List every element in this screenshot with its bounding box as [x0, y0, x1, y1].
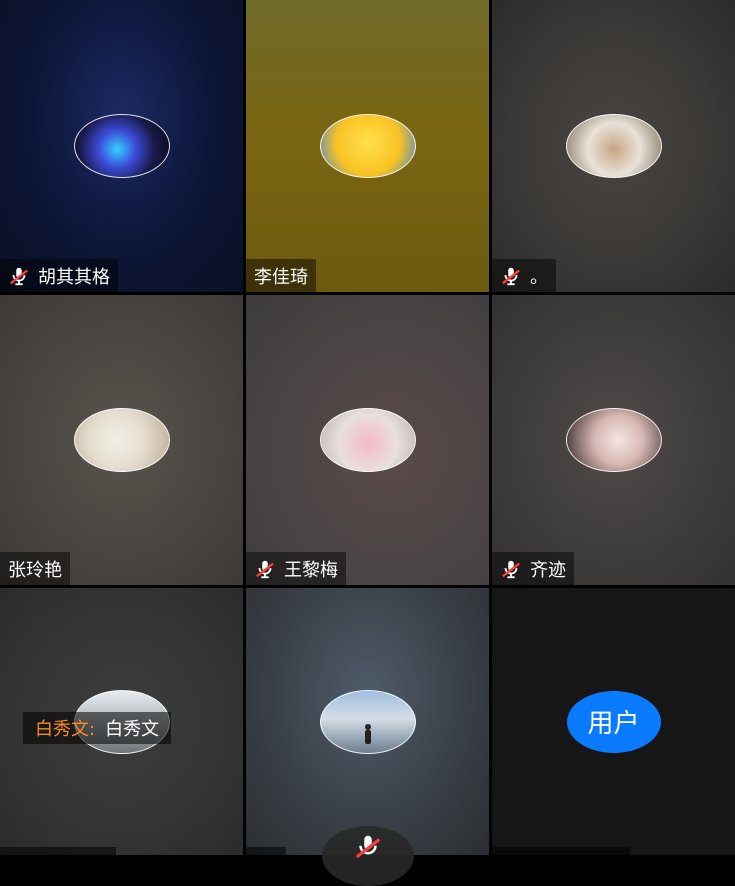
mic-muted-icon [10, 267, 28, 285]
subtitle-speaker: 白秀文: [35, 719, 96, 740]
participant-avatar [319, 114, 416, 178]
placeholder-avatar-label: 用户 [587, 709, 640, 739]
participant-name-tag: 张玲艳 [0, 552, 70, 585]
participant-name: 胡其其格 [38, 266, 110, 288]
participant-name-tag: 齐迹 [492, 552, 574, 585]
participant-name-tag [0, 847, 116, 855]
participant-avatar [319, 408, 416, 472]
mute-toggle-button[interactable] [322, 826, 414, 886]
participant-avatar [73, 408, 170, 472]
participant-avatar [565, 408, 662, 472]
participant-name-tag: 王黎梅 [246, 552, 346, 585]
participant-name-tag: 。 [492, 259, 556, 292]
participant-tile[interactable]: 李佳琦 [246, 0, 489, 292]
mic-muted-icon [502, 267, 520, 285]
participant-tile[interactable]: 齐迹 [492, 295, 735, 585]
participant-tile[interactable] [246, 588, 489, 855]
participant-name-tag [246, 847, 286, 855]
participant-name-tag: 李佳琦 [246, 259, 316, 292]
mic-muted-icon [256, 560, 274, 578]
participant-tile[interactable]: 胡其其格 [0, 0, 243, 292]
participant-avatar [565, 114, 662, 178]
participant-name: 张玲艳 [8, 559, 62, 581]
participant-tile[interactable]: 张玲艳 [0, 295, 243, 585]
participant-name: 王黎梅 [284, 559, 338, 581]
participant-name: 齐迹 [530, 559, 566, 581]
person-silhouette-icon [364, 723, 371, 744]
live-subtitle: 白秀文: 白秀文 [23, 712, 172, 744]
participant-tile[interactable]: 王黎梅 [246, 295, 489, 585]
participant-name: 李佳琦 [254, 266, 308, 288]
participant-name-tag: 胡其其格 [0, 259, 118, 292]
mic-muted-icon [502, 560, 520, 578]
subtitle-text: 白秀文 [105, 719, 160, 740]
participant-name: 。 [530, 266, 548, 288]
participant-avatar [73, 114, 170, 178]
placeholder-avatar: 用户 [566, 690, 661, 753]
participant-tile[interactable]: 用户 [492, 588, 735, 855]
mic-muted-icon [355, 835, 381, 859]
participant-tile[interactable]: 。 [492, 0, 735, 292]
participant-name-tag [492, 847, 630, 855]
participant-avatar [319, 689, 416, 754]
